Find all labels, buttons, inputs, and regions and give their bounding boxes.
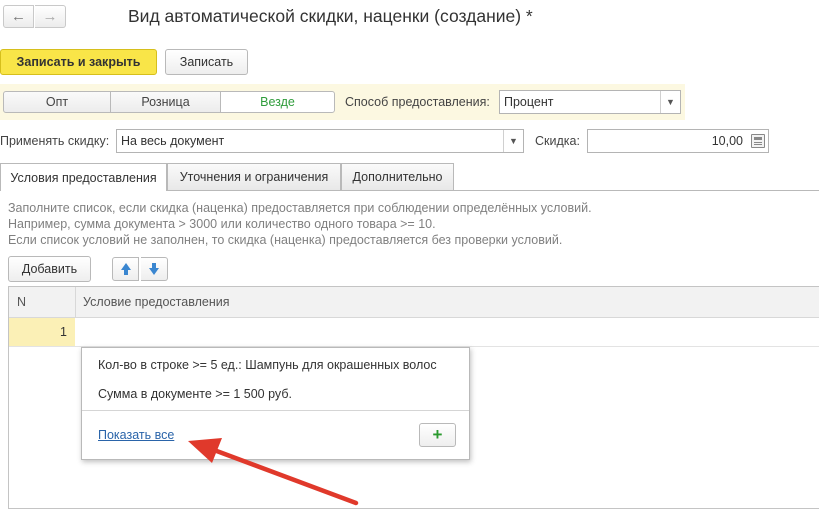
- arrow-right-icon: →: [42, 8, 58, 25]
- segment-everywhere[interactable]: Везде: [220, 91, 335, 113]
- tab-refinements[interactable]: Уточнения и ограничения: [167, 163, 341, 190]
- hint-line-3: Если список условий не заполнен, то скид…: [8, 233, 563, 247]
- method-value: Процент: [504, 95, 554, 109]
- add-button[interactable]: Добавить: [8, 256, 91, 282]
- column-header-condition[interactable]: Условие предоставления: [83, 295, 229, 309]
- tab-additional[interactable]: Дополнительно: [341, 163, 454, 190]
- save-and-close-button[interactable]: Записать и закрыть: [0, 49, 157, 75]
- method-label: Способ предоставления:: [345, 95, 490, 109]
- column-header-n[interactable]: N: [17, 295, 26, 309]
- apply-label: Применять скидку:: [0, 134, 110, 148]
- page-title: Вид автоматической скидки, наценки (созд…: [128, 6, 533, 26]
- popup-item-quantity[interactable]: Кол-во в строке >= 5 ед.: Шампунь для ок…: [98, 358, 437, 372]
- method-select[interactable]: Процент ▼: [499, 90, 681, 114]
- conditions-popup: Кол-во в строке >= 5 ед.: Шампунь для ок…: [81, 347, 470, 460]
- table-header: N Условие предоставления: [9, 287, 819, 318]
- row-number: 1: [60, 325, 67, 339]
- hint-line-2: Например, сумма документа > 3000 или кол…: [8, 217, 436, 231]
- tab-conditions[interactable]: Условия предоставления: [0, 163, 167, 191]
- segment-opt[interactable]: Опт: [3, 91, 111, 113]
- row-number-cell[interactable]: 1: [9, 318, 75, 346]
- arrow-down-icon: [149, 263, 159, 275]
- forward-button[interactable]: →: [35, 5, 66, 28]
- discount-input[interactable]: 10,00: [587, 129, 769, 153]
- dropdown-arrow-icon[interactable]: ▼: [503, 130, 523, 152]
- table-row[interactable]: 1: [9, 318, 819, 347]
- plus-icon: +: [432, 425, 443, 444]
- back-button[interactable]: ←: [3, 5, 34, 28]
- dropdown-arrow-icon[interactable]: ▼: [660, 91, 680, 113]
- add-condition-button[interactable]: +: [419, 423, 456, 447]
- apply-select[interactable]: На весь документ ▼: [116, 129, 524, 153]
- discount-value: 10,00: [711, 134, 743, 148]
- segment-retail[interactable]: Розница: [110, 91, 221, 113]
- calculator-icon[interactable]: [751, 134, 765, 148]
- move-down-button[interactable]: [141, 257, 168, 281]
- save-button[interactable]: Записать: [165, 49, 248, 75]
- move-up-button[interactable]: [112, 257, 139, 281]
- hint-line-1: Заполните список, если скидка (наценка) …: [8, 201, 592, 215]
- arrow-left-icon: ←: [11, 8, 26, 25]
- arrow-up-icon: [120, 263, 131, 275]
- discount-label: Скидка:: [535, 134, 580, 148]
- popup-item-sum[interactable]: Сумма в документе >= 1 500 руб.: [98, 387, 292, 401]
- show-all-link[interactable]: Показать все: [98, 428, 174, 442]
- apply-value: На весь документ: [121, 134, 225, 148]
